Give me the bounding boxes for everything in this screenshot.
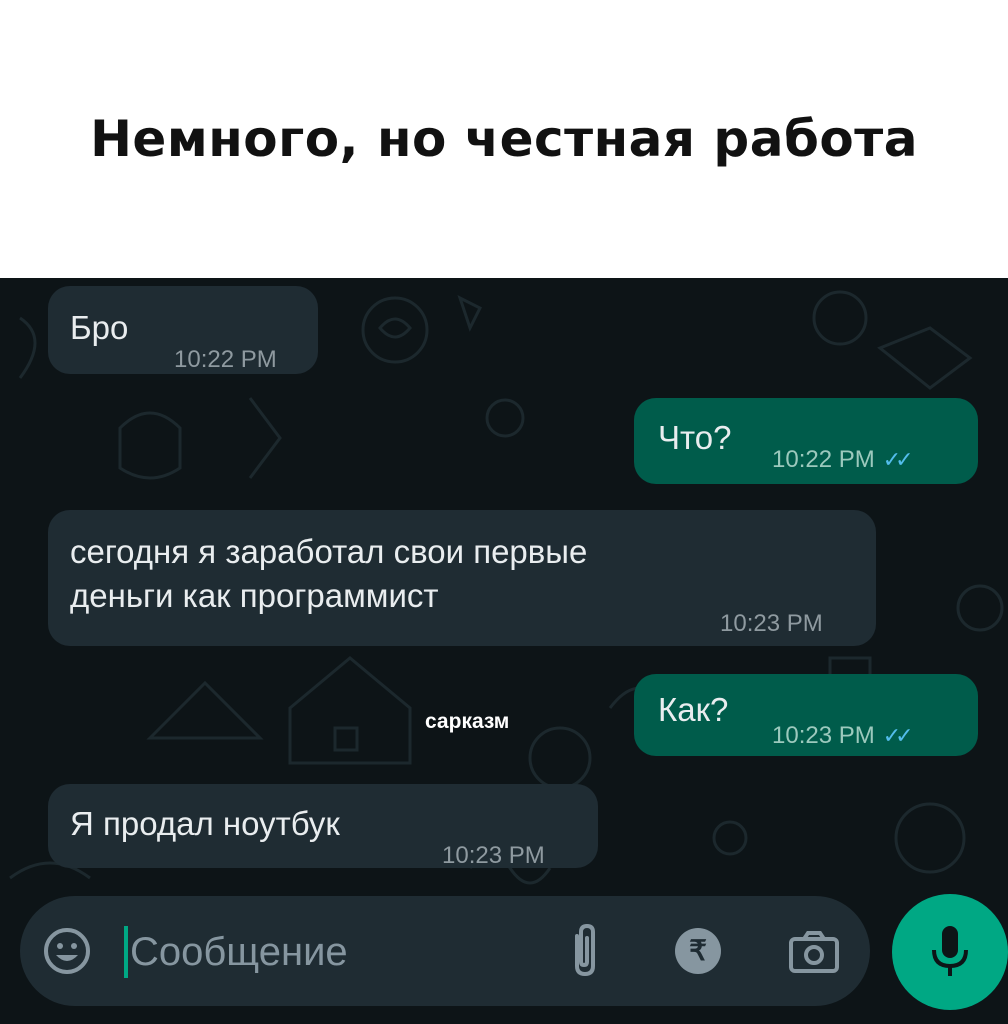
text-cursor (124, 926, 128, 978)
message-composer: ₹ (20, 896, 870, 1006)
sarcasm-annotation: сарказм (425, 710, 510, 733)
message-bubble-incoming[interactable]: Бро 10:22 PM (48, 286, 318, 374)
message-text: Что? (658, 419, 732, 456)
message-text: Как? (658, 691, 729, 728)
message-input[interactable] (130, 922, 530, 982)
message-bubble-incoming[interactable]: сегодня я заработал свои первые деньги к… (48, 510, 876, 646)
paperclip-icon[interactable] (565, 922, 605, 980)
chat-window: Бро 10:22 PM Что? 10:22 PM ✓✓ сегодня я з… (0, 278, 1008, 1024)
message-time: 10:22 PM ✓✓ (772, 438, 914, 482)
message-bubble-outgoing[interactable]: Как? 10:23 PM ✓✓ (634, 674, 978, 756)
message-text: Я продал ноутбук (70, 805, 340, 842)
message-text: Бро (70, 309, 129, 346)
message-time: 10:23 PM (720, 610, 823, 637)
message-text-line-2: деньги как программист (70, 577, 439, 614)
read-receipt-icon: ✓✓ (882, 447, 914, 472)
message-text-line-1: сегодня я заработал свои первые (70, 533, 588, 570)
read-receipt-icon: ✓✓ (882, 723, 914, 748)
caption-area: Немного, но честная работа (0, 0, 1008, 278)
microphone-button[interactable] (892, 894, 1008, 1010)
message-time: 10:22 PM (174, 346, 277, 373)
message-bubble-outgoing[interactable]: Что? 10:22 PM ✓✓ (634, 398, 978, 484)
message-time: 10:23 PM ✓✓ (772, 714, 914, 758)
message-time-label: 10:23 PM (772, 722, 875, 749)
message-time-label: 10:22 PM (772, 446, 875, 473)
meme-caption: Немного, но честная работа (90, 110, 918, 168)
emoji-icon[interactable] (42, 926, 92, 976)
camera-icon[interactable] (788, 930, 840, 974)
message-bubble-incoming[interactable]: Я продал ноутбук 10:23 PM (48, 784, 598, 869)
microphone-icon (932, 926, 968, 976)
rupee-icon[interactable]: ₹ (675, 928, 721, 974)
message-time: 10:23 PM (442, 842, 545, 869)
